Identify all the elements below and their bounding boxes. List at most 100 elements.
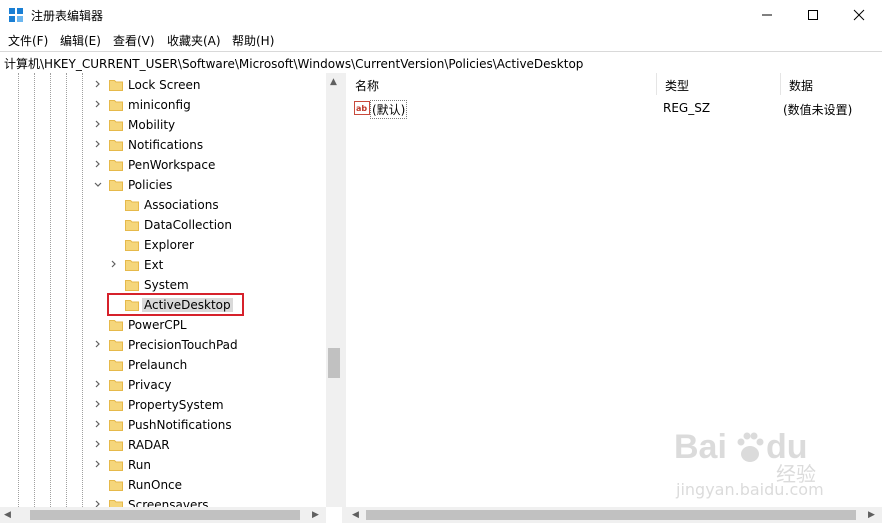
menu-file[interactable]: 文件(F) [8,32,48,49]
annotation-highlight-box [107,293,244,316]
column-header-type[interactable]: 类型 [656,73,781,95]
chevron-right-icon[interactable] [92,395,104,415]
folder-icon [109,320,123,331]
tree-item-label: DataCollection [144,218,233,232]
maximize-button[interactable] [790,0,836,30]
folder-icon [109,340,123,351]
chevron-right-icon[interactable] [92,375,104,395]
values-horizontal-scrollbar[interactable]: ◀ ▶ [346,507,882,523]
window-title: 注册表编辑器 [31,9,104,23]
folder-icon [125,220,139,231]
tree-item[interactable]: Explorer [0,235,326,255]
folder-icon [125,200,139,211]
regedit-app-icon [9,8,23,22]
tree-item[interactable]: Run [0,455,326,475]
value-name[interactable]: (默认) [370,100,408,119]
chevron-right-icon[interactable] [92,435,104,455]
chevron-right-icon[interactable] [92,415,104,435]
tree-scroll-thumb[interactable] [328,348,340,378]
folder-icon [125,280,139,291]
value-row[interactable]: ab (默认) REG_SZ (数值未设置) [346,97,882,119]
tree-item-label: PenWorkspace [128,158,216,172]
close-button[interactable] [836,0,882,30]
chevron-right-icon[interactable] [92,75,104,95]
chevron-right-icon[interactable] [92,455,104,475]
tree-item[interactable]: Associations [0,195,326,215]
close-icon [853,9,865,21]
tree-item-label: PropertySystem [128,398,224,412]
tree-item-label: Privacy [128,378,172,392]
tree-item[interactable]: Notifications [0,135,326,155]
tree-item[interactable]: Policies [0,175,326,195]
tree-item[interactable]: miniconfig [0,95,326,115]
scroll-right-icon[interactable]: ▶ [312,510,319,520]
folder-icon [109,460,123,471]
tree-item[interactable]: Privacy [0,375,326,395]
scroll-left-icon[interactable]: ◀ [4,510,11,520]
folder-icon [109,180,123,191]
minimize-icon [762,14,772,16]
tree-item-label: RADAR [128,438,170,452]
menu-edit[interactable]: 编辑(E) [60,32,101,49]
tree-item-label: Lock Screen [128,78,201,92]
tree-item[interactable]: PropertySystem [0,395,326,415]
tree-item[interactable]: Mobility [0,115,326,135]
chevron-down-icon[interactable] [92,175,104,195]
tree-item[interactable]: DataCollection [0,215,326,235]
tree-item[interactable]: Screensavers [0,495,326,507]
chevron-right-icon[interactable] [92,155,104,175]
value-data: (数值未设置) [783,103,853,117]
values-hscroll-thumb[interactable] [366,510,856,520]
string-value-icon: ab [354,101,370,115]
tree-item[interactable]: PowerCPL [0,315,326,335]
scroll-up-icon[interactable]: ▲ [330,77,337,87]
tree-item[interactable]: Ext [0,255,326,275]
tree-item-label: miniconfig [128,98,191,112]
address-path[interactable]: 计算机\HKEY_CURRENT_USER\Software\Microsoft… [4,55,583,72]
menu-help[interactable]: 帮助(H) [232,32,274,49]
title-bar: 注册表编辑器 [0,0,882,30]
folder-icon [109,480,123,491]
tree-item[interactable]: PushNotifications [0,415,326,435]
tree-item-label: Associations [144,198,219,212]
tree-vertical-scrollbar[interactable]: ▲ [326,73,342,507]
folder-icon [125,240,139,251]
scroll-left-icon[interactable]: ◀ [352,510,359,520]
tree-item[interactable]: Prelaunch [0,355,326,375]
tree-item[interactable]: Lock Screen [0,75,326,95]
tree-item[interactable]: PenWorkspace [0,155,326,175]
chevron-right-icon[interactable] [92,495,104,507]
tree-hscroll-thumb[interactable] [30,510,300,520]
column-header-name[interactable]: 名称 [346,73,657,95]
svg-text:ab: ab [356,104,367,113]
tree-item-label: PushNotifications [128,418,232,432]
tree-item-label: Notifications [128,138,204,152]
address-bar[interactable]: 计算机\HKEY_CURRENT_USER\Software\Microsoft… [0,51,882,74]
tree-item-label: Mobility [128,118,176,132]
minimize-button[interactable] [744,0,790,30]
chevron-right-icon[interactable] [92,95,104,115]
menu-view[interactable]: 查看(V) [113,32,155,49]
tree-item[interactable]: RADAR [0,435,326,455]
tree-item[interactable]: RunOnce [0,475,326,495]
tree-item[interactable]: System [0,275,326,295]
folder-icon [109,440,123,451]
chevron-right-icon[interactable] [108,255,120,275]
tree-item-label: Explorer [144,238,194,252]
tree-item-label: PowerCPL [128,318,187,332]
menu-favorites[interactable]: 收藏夹(A) [167,32,221,49]
key-tree[interactable]: Lock Screen miniconfig Mobility Notificatio… [0,73,342,507]
folder-icon [109,80,123,91]
tree-item-label: System [144,278,189,292]
tree-item[interactable]: PrecisionTouchPad [0,335,326,355]
chevron-right-icon[interactable] [92,115,104,135]
column-header-data[interactable]: 数据 [780,73,882,95]
chevron-right-icon[interactable] [92,135,104,155]
menu-bar: 文件(F) 编辑(E) 查看(V) 收藏夹(A) 帮助(H) [0,30,882,50]
tree-item-label: Ext [144,258,164,272]
chevron-right-icon[interactable] [92,335,104,355]
tree-horizontal-scrollbar[interactable]: ◀ ▶ [0,507,326,523]
tree-item-label: Run [128,458,152,472]
scroll-right-icon[interactable]: ▶ [868,510,875,520]
folder-icon [109,360,123,371]
